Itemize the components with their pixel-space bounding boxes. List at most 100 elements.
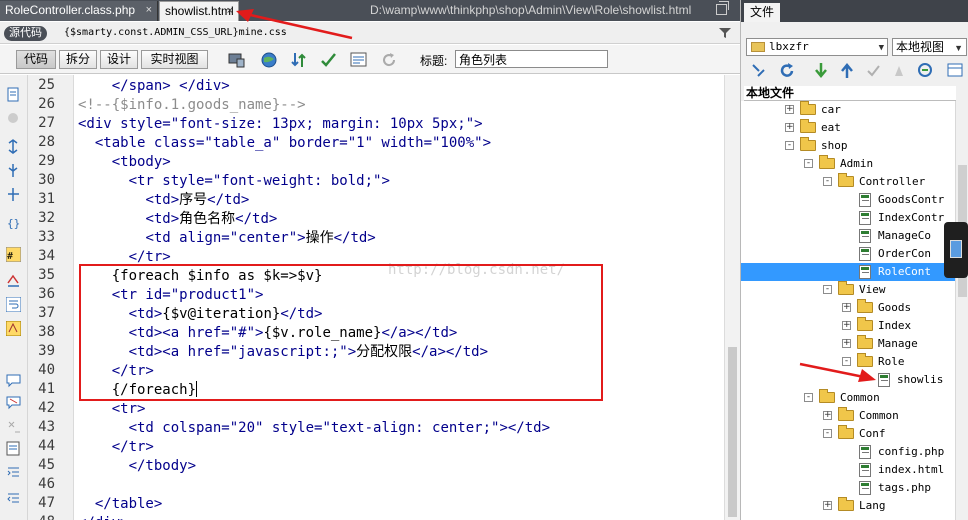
browser-preview-icon[interactable] <box>260 51 278 69</box>
code-token: </table> <box>94 496 163 512</box>
tree-folder[interactable]: - Controller <box>823 173 955 191</box>
view-mode-dropdown[interactable]: 本地视图 ▼ <box>892 38 967 56</box>
tree-item-label: Conf <box>859 427 886 440</box>
remove-comment-icon[interactable] <box>6 395 21 410</box>
tree-file[interactable]: tags.php <box>842 479 955 497</box>
tab-files[interactable]: 文件 <box>744 3 781 22</box>
collapse-icon[interactable]: - <box>785 141 794 150</box>
folder-icon <box>838 425 854 439</box>
multiscreen-icon[interactable] <box>228 51 246 69</box>
line-numbers-icon[interactable]: # <box>6 247 21 262</box>
check-page-icon[interactable] <box>320 51 338 69</box>
document-title-input[interactable] <box>455 50 608 68</box>
recent-snippets-icon[interactable] <box>6 441 21 456</box>
design-view-button[interactable]: 设计 <box>100 50 138 69</box>
collapse-full-tag-icon[interactable] <box>6 139 21 154</box>
file-icon <box>859 229 871 243</box>
refresh-icon[interactable] <box>380 51 398 69</box>
open-documents-icon[interactable] <box>6 87 21 102</box>
syntax-error-info-icon[interactable] <box>6 321 21 336</box>
check-out-icon[interactable] <box>865 62 882 79</box>
tree-file[interactable]: IndexContr <box>842 209 955 227</box>
expand-icon[interactable]: + <box>842 303 851 312</box>
tree-file[interactable]: GoodsContr <box>842 191 955 209</box>
tree-folder[interactable]: + Lang <box>823 497 955 515</box>
tree-folder[interactable]: - Common <box>804 389 955 407</box>
expand-all-icon[interactable] <box>6 187 21 202</box>
file-icon <box>878 373 890 387</box>
code-token: </td> <box>235 211 278 227</box>
select-parent-tag-icon[interactable]: {} <box>6 215 21 230</box>
tree-file[interactable]: config.php <box>842 443 955 461</box>
folder-icon <box>800 101 816 115</box>
indent-code-icon[interactable] <box>6 465 21 480</box>
collapse-icon[interactable]: - <box>804 159 813 168</box>
live-view-button[interactable]: 实时视图 <box>141 50 208 69</box>
expand-icon[interactable]: + <box>823 501 832 510</box>
get-files-icon[interactable] <box>813 62 830 79</box>
expand-icon[interactable]: + <box>823 411 832 420</box>
file-icon <box>859 211 871 225</box>
line-number: 32 <box>38 210 55 226</box>
tree-folder[interactable]: - View <box>823 281 955 299</box>
collapse-icon[interactable]: - <box>823 177 832 186</box>
expand-icon[interactable]: + <box>842 339 851 348</box>
tree-item-label: car <box>821 103 841 116</box>
collapse-icon[interactable]: - <box>804 393 813 402</box>
source-code-button[interactable]: 源代码 <box>4 26 47 41</box>
tree-folder[interactable]: + Goods <box>842 299 955 317</box>
close-icon[interactable]: × <box>146 1 152 20</box>
local-files-header: 本地文件 <box>744 86 956 101</box>
put-files-icon[interactable] <box>839 62 856 79</box>
apply-comment-icon[interactable] <box>6 373 21 388</box>
tree-folder[interactable]: - Conf <box>823 425 955 443</box>
expand-icon[interactable]: + <box>785 105 794 114</box>
tab-showlist[interactable]: showlist.html × <box>159 1 239 21</box>
tree-file[interactable]: RoleCont <box>741 263 955 281</box>
tree-file[interactable]: ManageCo <box>842 227 955 245</box>
code-token: <div style="font-size: 13px; margin: 10p… <box>78 116 483 132</box>
tab-rolecontroller[interactable]: RoleController.class.php × <box>0 1 158 21</box>
collapse-icon[interactable]: - <box>823 429 832 438</box>
collapse-icon[interactable]: - <box>823 285 832 294</box>
folder-icon <box>857 299 873 313</box>
tree-folder[interactable]: + Manage <box>842 335 955 353</box>
wrap-tag-icon[interactable] <box>6 419 21 434</box>
expand-panel-icon[interactable] <box>947 62 964 79</box>
filter-icon[interactable] <box>719 27 731 39</box>
scrollbar-thumb[interactable] <box>728 347 737 517</box>
connect-icon[interactable] <box>750 62 767 79</box>
synchronize-icon[interactable] <box>917 62 934 79</box>
tree-folder[interactable]: + Index <box>842 317 955 335</box>
file-tree-scrollbar[interactable] <box>955 101 968 520</box>
word-wrap-icon[interactable] <box>6 297 21 312</box>
code-line: </span> </div> <box>78 77 230 96</box>
code-view-button[interactable]: 代码 <box>16 50 56 69</box>
tree-folder[interactable]: + eat <box>785 119 955 137</box>
tree-folder[interactable]: - shop <box>785 137 955 155</box>
refresh-icon[interactable] <box>779 62 796 79</box>
expand-icon[interactable]: + <box>785 123 794 132</box>
restore-window-icon[interactable] <box>716 1 729 15</box>
file-management-icon[interactable] <box>290 51 308 69</box>
tree-file[interactable]: OrderCon <box>842 245 955 263</box>
code-vertical-scrollbar[interactable] <box>724 75 740 520</box>
collapse-selection-icon[interactable] <box>6 163 21 178</box>
line-number: 36 <box>38 286 55 302</box>
site-dropdown[interactable]: lbxzfr ▼ <box>746 38 888 56</box>
phone-sync-widget[interactable] <box>944 222 968 278</box>
tree-item-label: Manage <box>878 337 918 350</box>
check-in-icon[interactable] <box>891 62 908 79</box>
tree-folder[interactable]: - Admin <box>804 155 955 173</box>
outdent-code-icon[interactable] <box>6 491 21 506</box>
highlight-invalid-code-icon[interactable] <box>6 273 21 288</box>
tree-folder[interactable]: + car <box>785 101 955 119</box>
tree-folder[interactable]: + Common <box>823 407 955 425</box>
split-view-button[interactable]: 拆分 <box>59 50 97 69</box>
tree-file[interactable]: index.html <box>842 461 955 479</box>
expand-icon[interactable]: + <box>842 321 851 330</box>
visual-aids-icon[interactable] <box>350 51 368 69</box>
